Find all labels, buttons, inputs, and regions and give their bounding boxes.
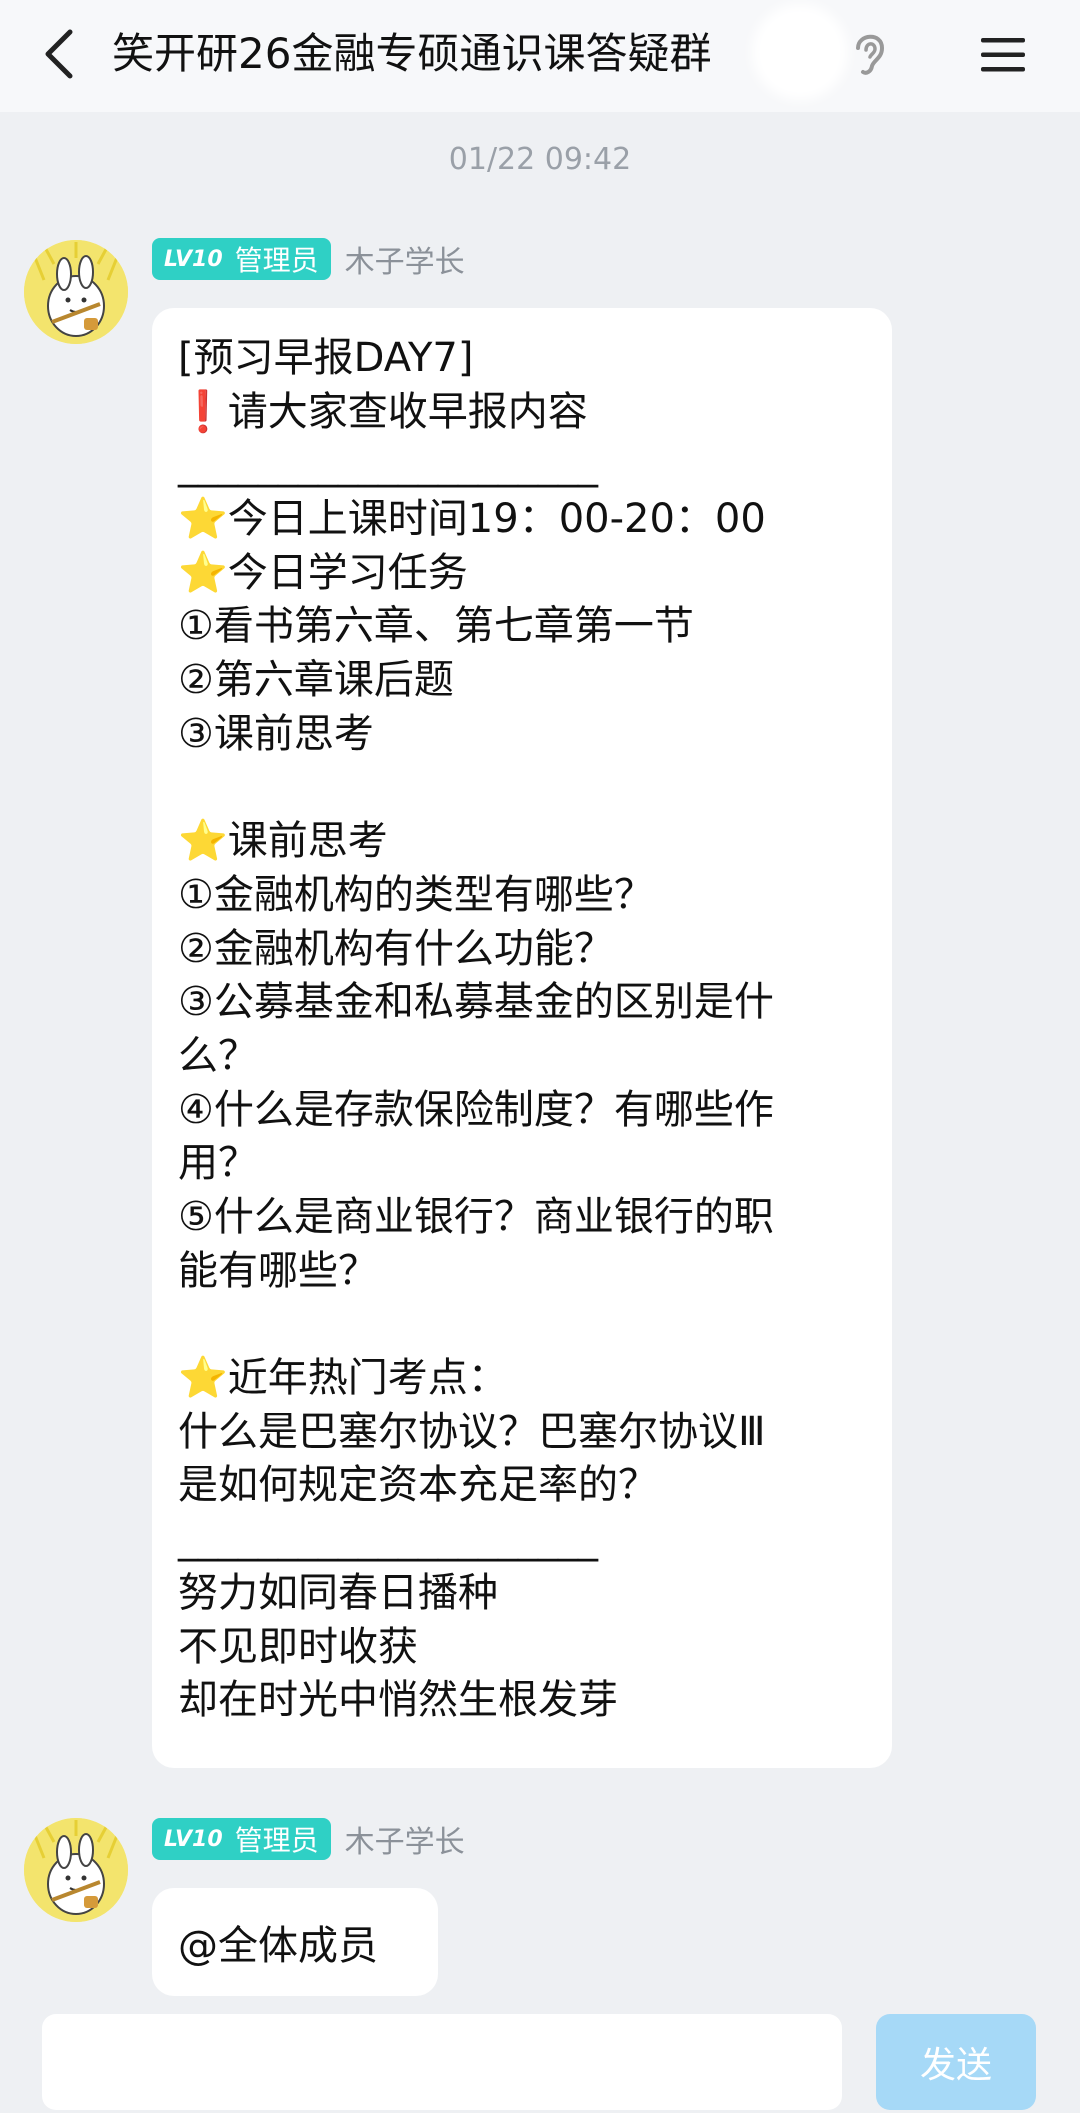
menu-button[interactable]	[968, 20, 1038, 90]
message-line: ②金融机构有什么功能？	[178, 925, 614, 972]
message-line: 什么是巴塞尔协议？巴塞尔协议Ⅲ	[178, 1408, 766, 1455]
ear-icon[interactable]	[848, 26, 892, 82]
avatar[interactable]	[24, 1818, 128, 1922]
message-line: 努力如同春日播种	[178, 1569, 498, 1616]
blurred-region	[752, 4, 848, 100]
message-text: @全体成员	[178, 1923, 378, 1969]
chevron-left-icon	[45, 29, 73, 79]
back-button[interactable]	[20, 14, 100, 94]
input-bar: 发送	[0, 2000, 1080, 2113]
message-line: [预习早报DAY7]	[178, 335, 474, 381]
message-line: ①看书第六章、第七章第一节	[178, 603, 694, 650]
message-line: ⭐近年热门考点：	[178, 1355, 508, 1402]
message-line: ③公募基金和私募基金的区别是什	[178, 979, 774, 1026]
level-label: LV10	[164, 1826, 223, 1852]
message-line: ⭐课前思考	[178, 818, 388, 865]
message-line: ⭐今日学习任务	[178, 549, 468, 596]
message-line: 不见即时收获	[178, 1623, 418, 1670]
message-line: ⭐今日上课时间19：00-20：00	[178, 496, 766, 543]
level-label: LV10	[164, 246, 223, 272]
menu-icon	[981, 38, 1025, 72]
message-bubble[interactable]: @全体成员	[152, 1888, 438, 1996]
message-line: 是如何规定资本充足率的？	[178, 1462, 658, 1509]
role-label: 管理员	[234, 244, 319, 277]
role-label: 管理员	[234, 1824, 319, 1857]
level-badge: LV10 管理员	[152, 238, 331, 280]
message-line: _____________________	[178, 1516, 598, 1563]
message-line: 却在时光中悄然生根发芽	[178, 1677, 618, 1724]
message-line: 能有哪些？	[178, 1247, 378, 1294]
level-badge: LV10 管理员	[152, 1818, 331, 1860]
message-line: ⑤什么是商业银行？商业银行的职	[178, 1194, 774, 1240]
message-line: ❗请大家查收早报内容	[178, 388, 588, 435]
message-line: ②第六章课后题	[178, 657, 454, 704]
message-line: ③课前思考	[178, 710, 374, 757]
message-bubble[interactable]: [预习早报DAY7] ❗请大家查收早报内容 __________________…	[152, 308, 892, 1768]
chat-title: 笑开研26金融专硕通识课答疑群	[112, 29, 712, 78]
avatar[interactable]	[24, 240, 128, 344]
avatar-cartoon-icon	[24, 240, 128, 344]
message-line	[178, 762, 866, 816]
message-timestamp: 01/22 09:42	[448, 142, 632, 177]
chat-header: 笑开研26金融专硕通识课答疑群	[0, 0, 1080, 112]
sender-name[interactable]: 木子学长	[345, 237, 465, 281]
message-line: 用？	[178, 1140, 258, 1187]
message-meta: LV10 管理员 木子学长	[152, 236, 465, 282]
message-line: ④什么是存款保险制度？有哪些作	[178, 1086, 774, 1133]
message-line	[178, 1298, 866, 1352]
sender-name[interactable]: 木子学长	[345, 1817, 465, 1861]
message-input[interactable]	[42, 2014, 842, 2110]
message-line: _____________________	[178, 442, 598, 489]
message-line: ①金融机构的类型有哪些？	[178, 871, 654, 918]
avatar-cartoon-icon	[24, 1818, 128, 1922]
message-line: 么？	[178, 1032, 258, 1079]
send-button[interactable]: 发送	[876, 2014, 1036, 2110]
message-meta: LV10 管理员 木子学长	[152, 1816, 465, 1862]
